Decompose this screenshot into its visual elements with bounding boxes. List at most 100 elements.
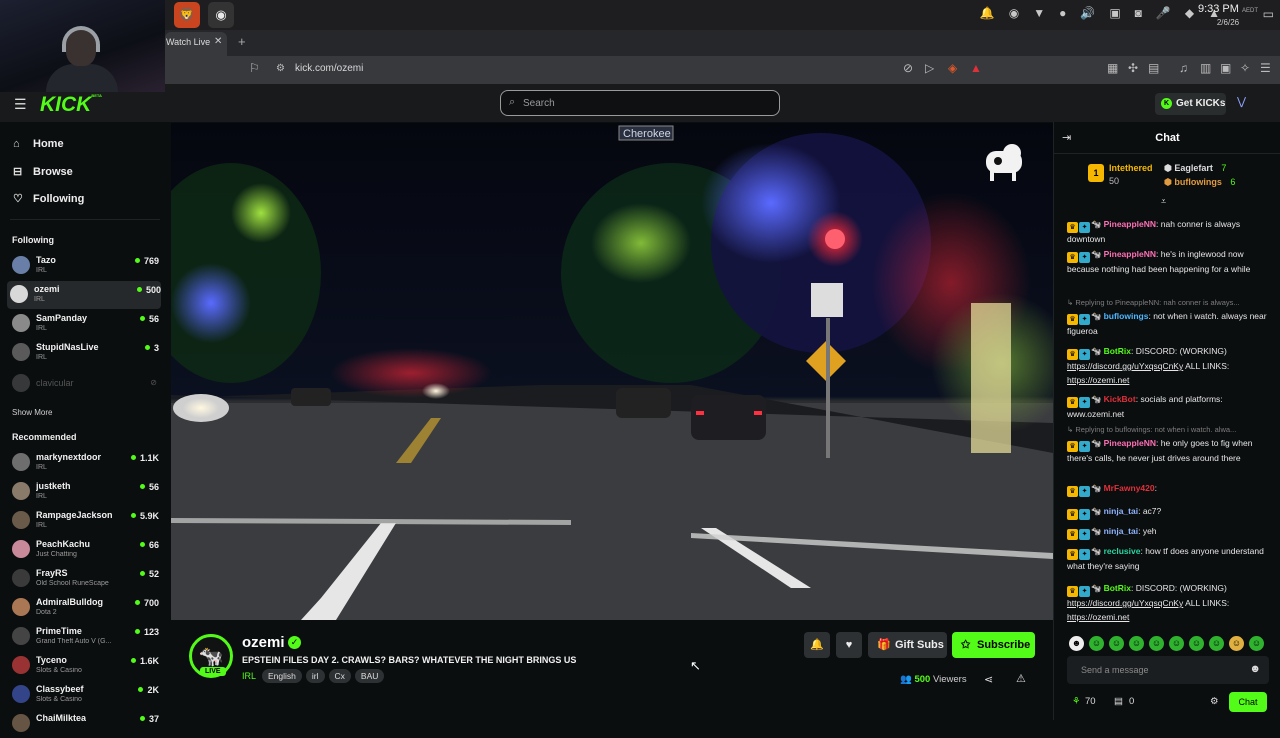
- video-player[interactable]: Cherokee: [171, 123, 1053, 620]
- chat-username[interactable]: reclusive: [1104, 546, 1141, 556]
- send-icon[interactable]: ▷: [925, 61, 934, 75]
- chat-username[interactable]: ninja_tai: [1104, 526, 1138, 536]
- volume-icon[interactable]: 🔊: [1080, 6, 1095, 20]
- emote-icon[interactable]: ☺: [1229, 636, 1244, 651]
- tag[interactable]: irl: [305, 669, 325, 683]
- emote-icon[interactable]: ☺: [1129, 636, 1144, 651]
- recommended-item[interactable]: markynextdoor IRL 1.1K: [9, 449, 159, 477]
- chat-username[interactable]: buflowings: [1104, 311, 1149, 321]
- emote-icon[interactable]: ☻: [1069, 636, 1084, 651]
- brave-rewards-icon[interactable]: ▲: [970, 61, 982, 75]
- share-icon[interactable]: ⋖: [984, 673, 993, 686]
- notification-icon[interactable]: 🔔: [980, 6, 995, 20]
- reply-context[interactable]: ↳ Replying to buflowings: not when i wat…: [1067, 425, 1277, 434]
- recommended-item[interactable]: PrimeTime Grand Theft Auto V (G... 123: [9, 623, 159, 651]
- sidebar-toggle-icon[interactable]: ▥: [1200, 61, 1211, 75]
- chat-link[interactable]: https://ozemi.net: [1067, 612, 1129, 622]
- emote-icon[interactable]: ☺: [1209, 636, 1224, 651]
- recommended-item[interactable]: Classybeef Slots & Casino 2K: [9, 681, 159, 709]
- chat-link[interactable]: https://discord.gg/uYxqsqCnKy: [1067, 598, 1183, 608]
- bookmark-icon[interactable]: ⚐: [249, 61, 260, 75]
- channel-name[interactable]: ozemi: [242, 634, 285, 651]
- vpn-icon[interactable]: ▼: [1033, 6, 1045, 20]
- chat-username[interactable]: ninja_tai: [1104, 506, 1138, 516]
- recommended-item[interactable]: FrayRS Old School RuneScape 52: [9, 565, 159, 593]
- following-item-ozemi[interactable]: ozemi IRL 500: [7, 281, 161, 309]
- brave-shields-icon[interactable]: ◈: [948, 61, 957, 75]
- following-item-stupidnaslive[interactable]: StupidNasLive IRL 3: [9, 339, 159, 367]
- profile-chevron-icon[interactable]: ⋁: [1237, 95, 1246, 108]
- emote-icon[interactable]: ☺: [1169, 636, 1184, 651]
- desktop-icon[interactable]: ▭: [1263, 7, 1274, 21]
- camera-icon[interactable]: ◙: [1135, 6, 1142, 20]
- close-tab-icon[interactable]: ✕: [214, 36, 222, 47]
- second-gifter[interactable]: ⬢ Eaglefart 7: [1164, 163, 1226, 174]
- chat-settings-icon[interactable]: ⚙: [1210, 696, 1219, 707]
- media-mute-icon[interactable]: ⊘: [903, 61, 913, 75]
- recommended-item[interactable]: RampageJackson IRL 5.9K: [9, 507, 159, 535]
- url-field[interactable]: kick.com/ozemi: [295, 63, 363, 74]
- battery-icon[interactable]: ▣: [1109, 6, 1120, 20]
- music-icon[interactable]: ♫: [1179, 61, 1188, 75]
- report-icon[interactable]: ⚠: [1016, 672, 1026, 685]
- wallet-icon[interactable]: ▣: [1220, 61, 1231, 75]
- emoji-picker-icon[interactable]: ☻: [1249, 663, 1261, 675]
- reply-context[interactable]: ↳ Replying to PineappleNN: nah conner is…: [1067, 298, 1277, 307]
- wallet-icon[interactable]: ▤: [1114, 696, 1123, 707]
- chat-username[interactable]: BotRix: [1104, 346, 1131, 356]
- obs-tray-icon[interactable]: ◉: [1009, 6, 1019, 20]
- stream-category[interactable]: IRL: [242, 671, 256, 681]
- emote-icon[interactable]: ☺: [1249, 636, 1264, 651]
- nav-home[interactable]: ⌂ Home: [13, 138, 64, 150]
- chat-username[interactable]: PineappleNN: [1104, 219, 1156, 229]
- emote-icon[interactable]: ☺: [1089, 636, 1104, 651]
- chat-send-button[interactable]: Chat: [1229, 692, 1267, 712]
- expand-leaderboard-icon[interactable]: ⩡: [1161, 196, 1166, 207]
- hamburger-menu-icon[interactable]: ☰: [14, 96, 27, 113]
- top-gifter-name[interactable]: Intethered: [1109, 163, 1153, 173]
- tag[interactable]: Cx: [328, 669, 351, 683]
- third-gifter[interactable]: ⬢ buflowings 6: [1164, 177, 1235, 188]
- chat-link[interactable]: https://discord.gg/uYxqsqCnKy: [1067, 361, 1183, 371]
- follow-button[interactable]: ♥: [836, 632, 862, 658]
- subscribe-button[interactable]: ✩ Subscribe: [952, 632, 1035, 658]
- show-more-link[interactable]: Show More: [12, 408, 52, 417]
- wifi-icon[interactable]: ◆: [1185, 6, 1194, 20]
- clock[interactable]: 9:33 PM AEDT 2/6/26: [1198, 4, 1258, 28]
- chat-input[interactable]: Send a message ☻: [1067, 656, 1269, 684]
- chat-username[interactable]: KickBot: [1104, 394, 1136, 404]
- emote-icon[interactable]: ☺: [1149, 636, 1164, 651]
- menu-icon[interactable]: ☰: [1260, 61, 1271, 75]
- obs-app-icon[interactable]: ◉: [208, 2, 234, 28]
- leo-icon[interactable]: ✧: [1240, 61, 1250, 75]
- recommended-item[interactable]: Tyceno Slots & Casino 1.6K: [9, 652, 159, 680]
- kick-logo[interactable]: KICKBETA: [40, 93, 102, 117]
- nav-following[interactable]: ♡ Following: [13, 192, 84, 205]
- notifications-button[interactable]: 🔔: [804, 632, 830, 658]
- chat-username[interactable]: PineappleNN: [1104, 249, 1156, 259]
- following-item-clavicular[interactable]: clavicular ⊘: [9, 370, 159, 398]
- chat-username[interactable]: BotRix: [1104, 583, 1131, 593]
- brave-app-icon[interactable]: 🦁: [174, 2, 200, 28]
- channel-points-icon[interactable]: ⚘: [1072, 696, 1081, 707]
- recommended-item[interactable]: PeachKachu Just Chatting 66: [9, 536, 159, 564]
- extensions-icon[interactable]: ▦: [1107, 61, 1118, 75]
- search-input[interactable]: ⌕ Search: [500, 90, 780, 116]
- puzzle-icon[interactable]: ✣: [1128, 61, 1138, 75]
- nav-browse[interactable]: ⊟ Browse: [13, 165, 73, 178]
- following-item-sampanday[interactable]: SamPanday IRL 56: [9, 310, 159, 338]
- recommended-item[interactable]: AdmiralBulldog Dota 2 700: [9, 594, 159, 622]
- get-kicks-button[interactable]: K Get KICKs: [1155, 93, 1226, 115]
- chat-username[interactable]: MrFawny420: [1104, 483, 1155, 493]
- following-item-tazo[interactable]: Tazo IRL 769: [9, 252, 159, 280]
- emote-icon[interactable]: ☺: [1109, 636, 1124, 651]
- recommended-item[interactable]: ChaiMilktea 37: [9, 710, 159, 738]
- tag[interactable]: BAU: [354, 669, 385, 683]
- recommended-item[interactable]: justketh IRL 56: [9, 478, 159, 506]
- tab-search-icon[interactable]: ▤: [1148, 61, 1159, 75]
- new-tab-icon[interactable]: +: [238, 34, 246, 49]
- chat-link[interactable]: https://ozemi.net: [1067, 375, 1129, 385]
- gift-subs-button[interactable]: 🎁 Gift Subs: [868, 632, 947, 658]
- tag[interactable]: English: [262, 669, 302, 683]
- emote-icon[interactable]: ☺: [1189, 636, 1204, 651]
